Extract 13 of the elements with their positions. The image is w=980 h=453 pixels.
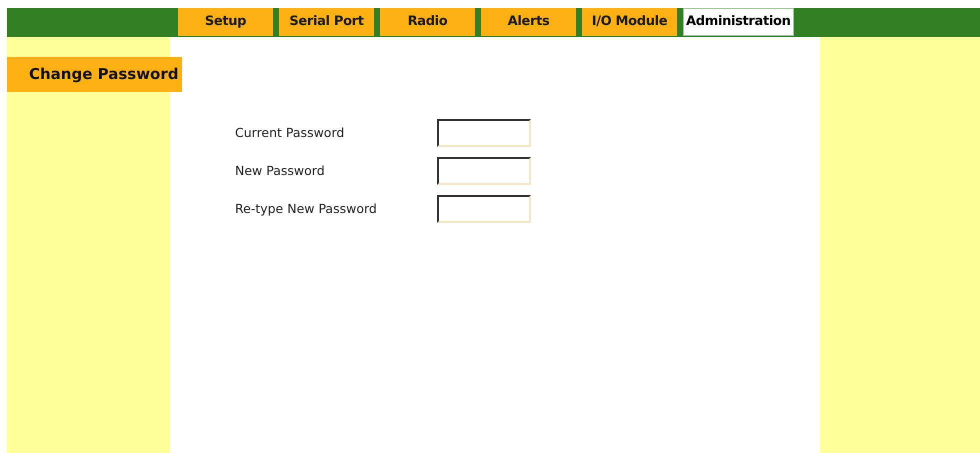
tab[interactable]: Serial Port: [279, 8, 374, 36]
password-field[interactable]: [437, 195, 531, 223]
sidebar-item[interactable]: Change Password: [7, 57, 182, 92]
field-label: New Password: [235, 162, 326, 180]
password-field[interactable]: [437, 157, 531, 185]
tab[interactable]: Alerts: [481, 8, 576, 36]
tab[interactable]: Radio: [380, 8, 475, 36]
field-label: Current Password: [235, 124, 346, 142]
password-field[interactable]: [437, 119, 531, 147]
tab[interactable]: Administration: [683, 8, 794, 36]
tab[interactable]: Setup: [178, 8, 273, 36]
field-label: Re-type New Password: [235, 200, 378, 218]
tab[interactable]: I/O Module: [582, 8, 677, 36]
